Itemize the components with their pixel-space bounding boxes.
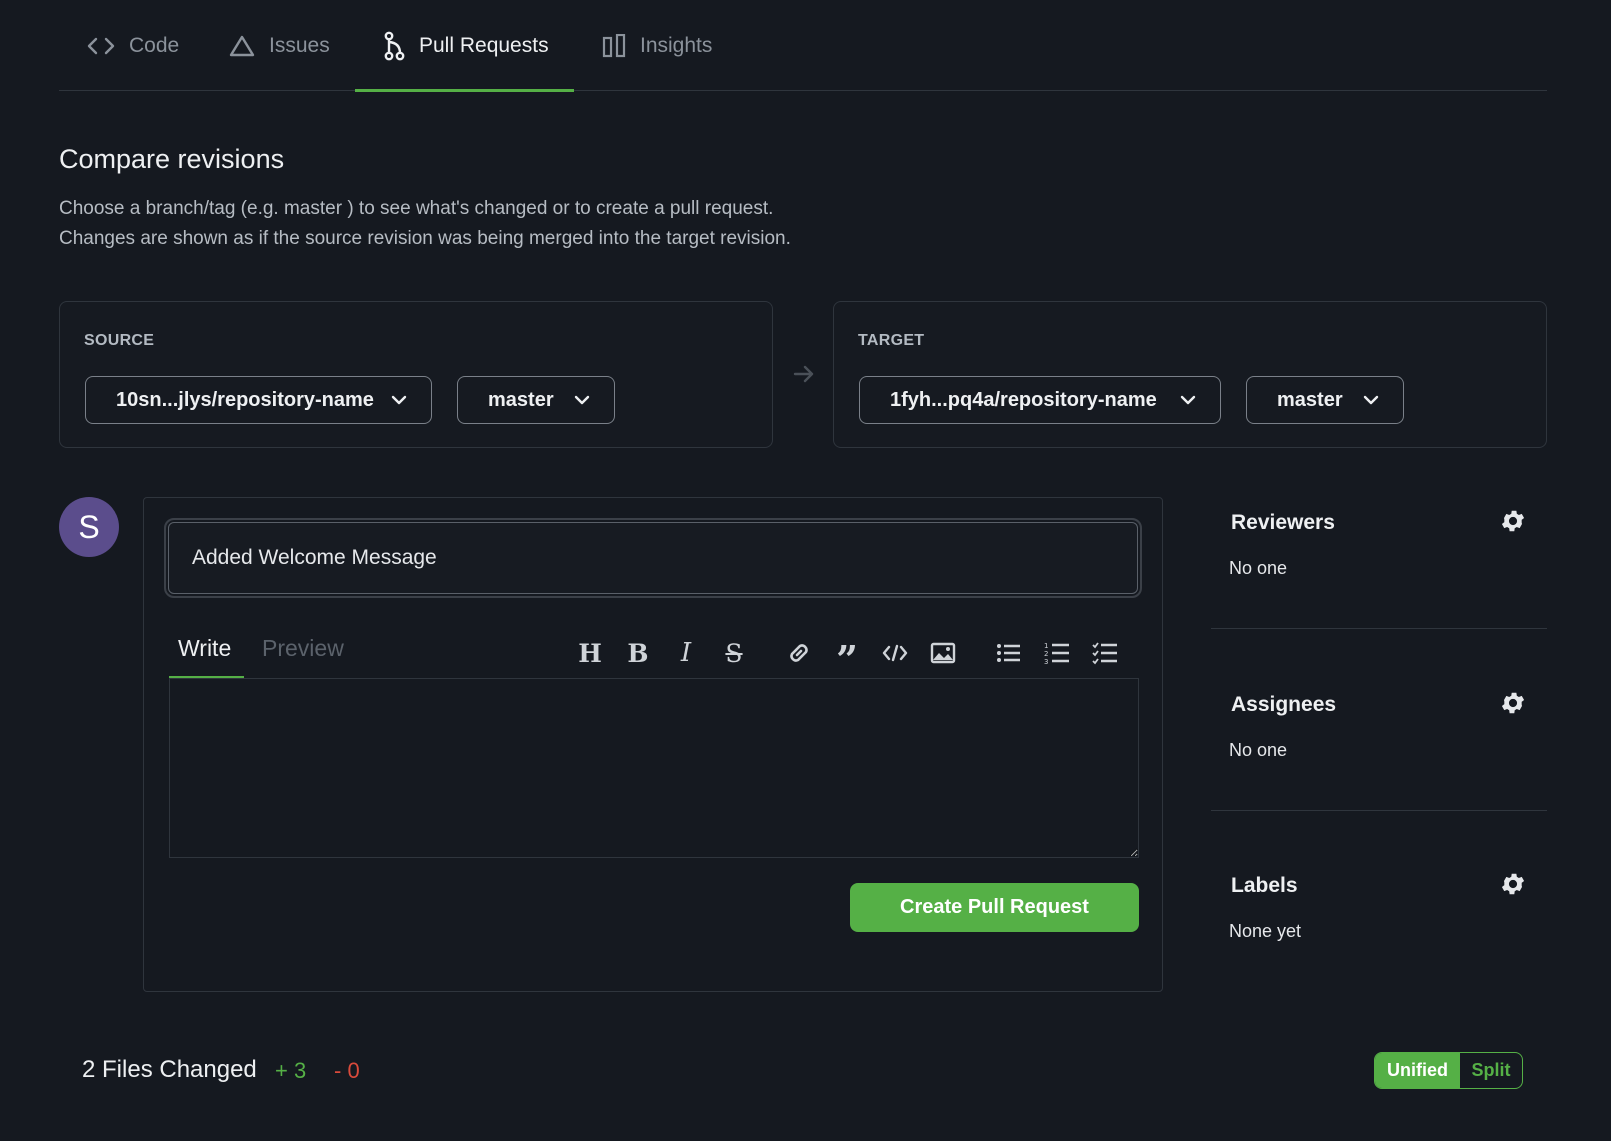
bulleted-list-button[interactable] (992, 636, 1026, 670)
code-snippet-icon (882, 644, 908, 662)
pr-description-textarea[interactable] (169, 678, 1139, 858)
chevron-down-icon (391, 395, 407, 405)
italic-icon: I (680, 638, 692, 668)
bold-button[interactable]: B (621, 636, 655, 670)
split-view-button[interactable]: Split (1460, 1053, 1522, 1088)
warning-triangle-icon (229, 35, 255, 56)
pull-request-icon (384, 31, 405, 60)
target-panel: TARGET 1fyh...pq4a/repository-name maste… (833, 301, 1547, 448)
target-repo-select[interactable]: 1fyh...pq4a/repository-name (859, 376, 1221, 424)
strikethrough-button[interactable]: S (717, 636, 751, 670)
assignees-section: Assignees No one (1211, 679, 1547, 779)
link-button[interactable] (782, 636, 816, 670)
arrow-right-icon (793, 365, 814, 383)
tab-code-label: Code (129, 33, 180, 57)
compare-description-line1: Choose a branch/tag (e.g. master ) to se… (59, 198, 774, 219)
chevron-down-icon (1180, 395, 1196, 405)
tab-code[interactable]: Code (87, 0, 179, 91)
target-branch-value: master (1277, 388, 1343, 411)
deletions-count: - 0 (334, 1058, 360, 1083)
pr-title-input[interactable] (164, 518, 1142, 598)
tab-insights-label: Insights (640, 33, 713, 57)
task-list-button[interactable] (1088, 636, 1122, 670)
source-branch-select[interactable]: master (457, 376, 615, 424)
tab-pull-requests-label: Pull Requests (419, 33, 549, 57)
bold-icon: B (627, 638, 649, 668)
chevron-down-icon (1363, 395, 1379, 405)
quote-button[interactable]: ” (830, 636, 864, 679)
tab-write[interactable]: Write (178, 635, 231, 662)
gear-icon[interactable] (1499, 689, 1527, 717)
gear-icon[interactable] (1499, 507, 1527, 535)
svg-text:3: 3 (1044, 658, 1048, 665)
source-branch-value: master (488, 388, 554, 411)
gear-icon[interactable] (1499, 870, 1527, 898)
tab-issues[interactable]: Issues (229, 0, 330, 91)
sidebar-divider (1211, 810, 1547, 811)
source-repo-value: 10sn...jlys/repository-name (116, 388, 374, 411)
tab-insights[interactable]: Insights (602, 0, 712, 91)
reviewers-value: No one (1229, 558, 1288, 578)
tab-issues-label: Issues (269, 33, 330, 57)
files-changed-count: 2 Files Changed (82, 1056, 257, 1083)
source-repo-select[interactable]: 10sn...jlys/repository-name (85, 376, 432, 424)
quote-icon: ” (836, 637, 858, 682)
tab-pull-requests[interactable]: Pull Requests (355, 0, 574, 92)
assignees-value: No one (1229, 740, 1288, 760)
source-panel: SOURCE 10sn...jlys/repository-name maste… (59, 301, 773, 448)
unified-view-button[interactable]: Unified (1375, 1053, 1460, 1088)
task-list-icon (1092, 642, 1117, 665)
target-branch-select[interactable]: master (1246, 376, 1404, 424)
labels-value: None yet (1229, 921, 1302, 941)
numbered-list-button[interactable]: 123 (1040, 636, 1074, 670)
reviewers-title: Reviewers (1231, 511, 1335, 534)
pull-request-form: Write Preview H B I S ” 123 Create Pull … (143, 497, 1163, 992)
target-label: TARGET (858, 332, 925, 349)
heading-button[interactable]: H (573, 636, 607, 670)
italic-button[interactable]: I (669, 636, 703, 670)
source-label: SOURCE (84, 332, 155, 349)
chevron-down-icon (574, 395, 590, 405)
numbered-list-icon: 123 (1044, 642, 1069, 665)
insights-bars-icon (602, 33, 626, 57)
strikethrough-icon: S (725, 638, 743, 668)
labels-section: Labels None yet (1211, 860, 1547, 960)
labels-title: Labels (1231, 874, 1298, 897)
tab-preview[interactable]: Preview (262, 635, 344, 662)
reviewers-section: Reviewers No one (1211, 497, 1547, 597)
target-repo-value: 1fyh...pq4a/repository-name (890, 388, 1157, 411)
create-pull-request-button[interactable]: Create Pull Request (850, 883, 1139, 932)
image-icon (930, 642, 956, 664)
svg-text:2: 2 (1044, 650, 1048, 658)
repo-tab-bar: Code Issues Pull Requests Insights (59, 0, 1547, 92)
assignees-title: Assignees (1231, 693, 1337, 716)
image-button[interactable] (926, 636, 960, 670)
page-title: Compare revisions (59, 144, 285, 174)
sidebar-divider (1211, 628, 1547, 629)
avatar: S (59, 497, 119, 557)
svg-text:1: 1 (1044, 642, 1048, 650)
heading-icon: H (578, 638, 602, 668)
code-button[interactable] (878, 636, 912, 670)
code-icon (87, 37, 115, 54)
compare-description-line2: Changes are shown as if the source revis… (59, 228, 791, 249)
diff-view-toggle: Unified Split (1374, 1052, 1523, 1089)
bulleted-list-icon (997, 644, 1020, 662)
additions-count: + 3 (275, 1058, 307, 1083)
link-icon (790, 644, 808, 662)
